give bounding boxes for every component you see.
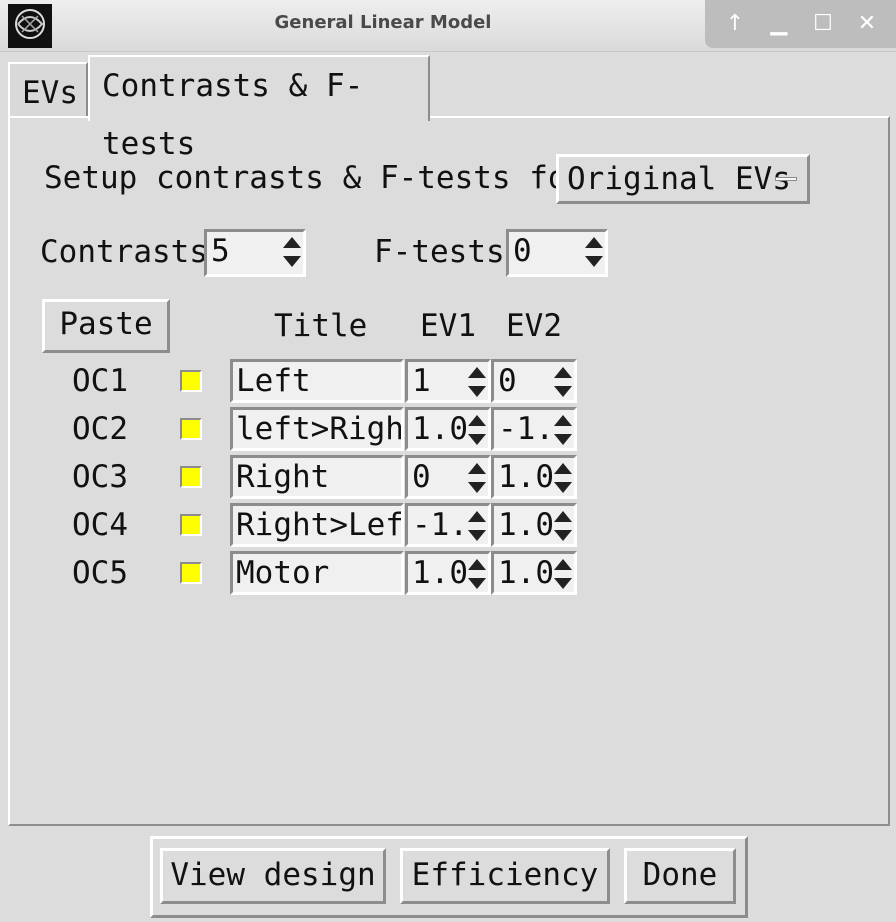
contrast-color-swatch[interactable] xyxy=(180,514,202,536)
spinner-arrows-icon[interactable] xyxy=(468,364,486,400)
ftests-count-label: F-tests xyxy=(374,234,505,270)
column-header-ev1: EV1 xyxy=(420,308,476,344)
table-row: OC1 Left 1 0 xyxy=(0,357,896,405)
ev1-value: -1. xyxy=(412,507,468,543)
spinner-arrows-icon[interactable] xyxy=(554,460,572,496)
contrast-title-input[interactable]: Motor xyxy=(230,551,404,595)
contrast-name: OC2 xyxy=(72,411,128,447)
spinner-arrows-icon[interactable] xyxy=(554,556,572,592)
contrast-name: OC1 xyxy=(72,363,128,399)
spinner-arrows-icon[interactable] xyxy=(468,508,486,544)
table-row: OC4 Right>Left -1. 1.0 xyxy=(0,501,896,549)
ev1-value: 1.0 xyxy=(412,411,468,447)
window-maximize-icon[interactable]: ☐ xyxy=(807,10,839,38)
contrast-title-input[interactable]: Right xyxy=(230,455,404,499)
title-bar: General Linear Model ↑ ▁ ☐ ✕ xyxy=(0,0,896,52)
ev1-spinner[interactable]: 0 xyxy=(405,455,491,499)
table-row: OC2 left>Right 1.0 -1. xyxy=(0,405,896,453)
contrasts-count-label: Contrasts xyxy=(40,234,208,270)
contrast-name: OC5 xyxy=(72,555,128,591)
contrasts-count-spinner[interactable]: 5 xyxy=(204,229,306,277)
spinner-arrows-icon[interactable] xyxy=(554,508,572,544)
spinner-arrows-icon[interactable] xyxy=(468,556,486,592)
window-controls: ↑ ▁ ☐ ✕ xyxy=(705,0,896,48)
window-minimize-icon[interactable]: ▁ xyxy=(763,10,795,38)
ev2-spinner[interactable]: -1. xyxy=(491,407,577,451)
contrast-color-swatch[interactable] xyxy=(180,466,202,488)
contrast-title-input[interactable]: left>Right xyxy=(230,407,404,451)
ev1-spinner[interactable]: 1.0 xyxy=(405,407,491,451)
contrast-title-input[interactable]: Left xyxy=(230,359,404,403)
column-header-title: Title xyxy=(274,308,368,344)
ev1-value: 1 xyxy=(412,363,431,399)
ev1-spinner[interactable]: 1.0 xyxy=(405,551,491,595)
spinner-arrows-icon[interactable] xyxy=(554,412,572,448)
contrast-color-swatch[interactable] xyxy=(180,418,202,440)
spinner-arrows-icon[interactable] xyxy=(468,460,486,496)
contrast-name: OC4 xyxy=(72,507,128,543)
contrasts-count-value: 5 xyxy=(211,233,230,269)
ev2-spinner[interactable]: 0 xyxy=(491,359,577,403)
ev1-value: 1.0 xyxy=(412,555,468,591)
tab-contrasts-ftests[interactable]: Contrasts & F-tests xyxy=(88,55,430,162)
window-close-icon[interactable]: ✕ xyxy=(851,10,883,38)
ev2-spinner[interactable]: 1.0 xyxy=(491,455,577,499)
tab-evs[interactable]: EVs xyxy=(8,62,88,118)
ev2-value: 1.0 xyxy=(498,507,554,543)
window-title: General Linear Model xyxy=(274,12,492,33)
ev2-spinner[interactable]: 1.0 xyxy=(491,551,577,595)
efficiency-button[interactable]: Efficiency xyxy=(400,848,610,904)
view-design-button[interactable]: View design xyxy=(160,848,386,904)
ev1-value: 0 xyxy=(412,459,431,495)
done-button[interactable]: Done xyxy=(624,848,736,904)
spinner-arrows-icon[interactable] xyxy=(468,412,486,448)
window-up-icon[interactable]: ↑ xyxy=(719,10,751,38)
ev2-value: 1.0 xyxy=(498,555,554,591)
ev2-spinner[interactable]: 1.0 xyxy=(491,503,577,547)
table-row: OC3 Right 0 1.0 xyxy=(0,453,896,501)
contrast-title-input[interactable]: Right>Left xyxy=(230,503,404,547)
contrast-color-swatch[interactable] xyxy=(180,562,202,584)
table-row: OC5 Motor 1.0 1.0 xyxy=(0,549,896,597)
ev2-value: -1. xyxy=(498,411,554,447)
paste-button[interactable]: Paste xyxy=(42,299,170,353)
ev2-value: 0 xyxy=(498,363,517,399)
spinner-arrows-icon[interactable] xyxy=(554,364,572,400)
dropdown-indicator-icon xyxy=(775,177,797,181)
ev2-value: 1.0 xyxy=(498,459,554,495)
spinner-arrows-icon[interactable] xyxy=(585,234,603,270)
contrast-name: OC3 xyxy=(72,459,128,495)
setup-dropdown-value: Original EVs xyxy=(567,161,791,197)
ev1-spinner[interactable]: 1 xyxy=(405,359,491,403)
spinner-arrows-icon[interactable] xyxy=(283,234,301,270)
contrast-color-swatch[interactable] xyxy=(180,370,202,392)
column-header-ev2: EV2 xyxy=(506,308,562,344)
setup-dropdown[interactable]: Original EVs xyxy=(556,154,810,204)
ftests-count-spinner[interactable]: 0 xyxy=(506,229,608,277)
ftests-count-value: 0 xyxy=(513,233,532,269)
ev1-spinner[interactable]: -1. xyxy=(405,503,491,547)
